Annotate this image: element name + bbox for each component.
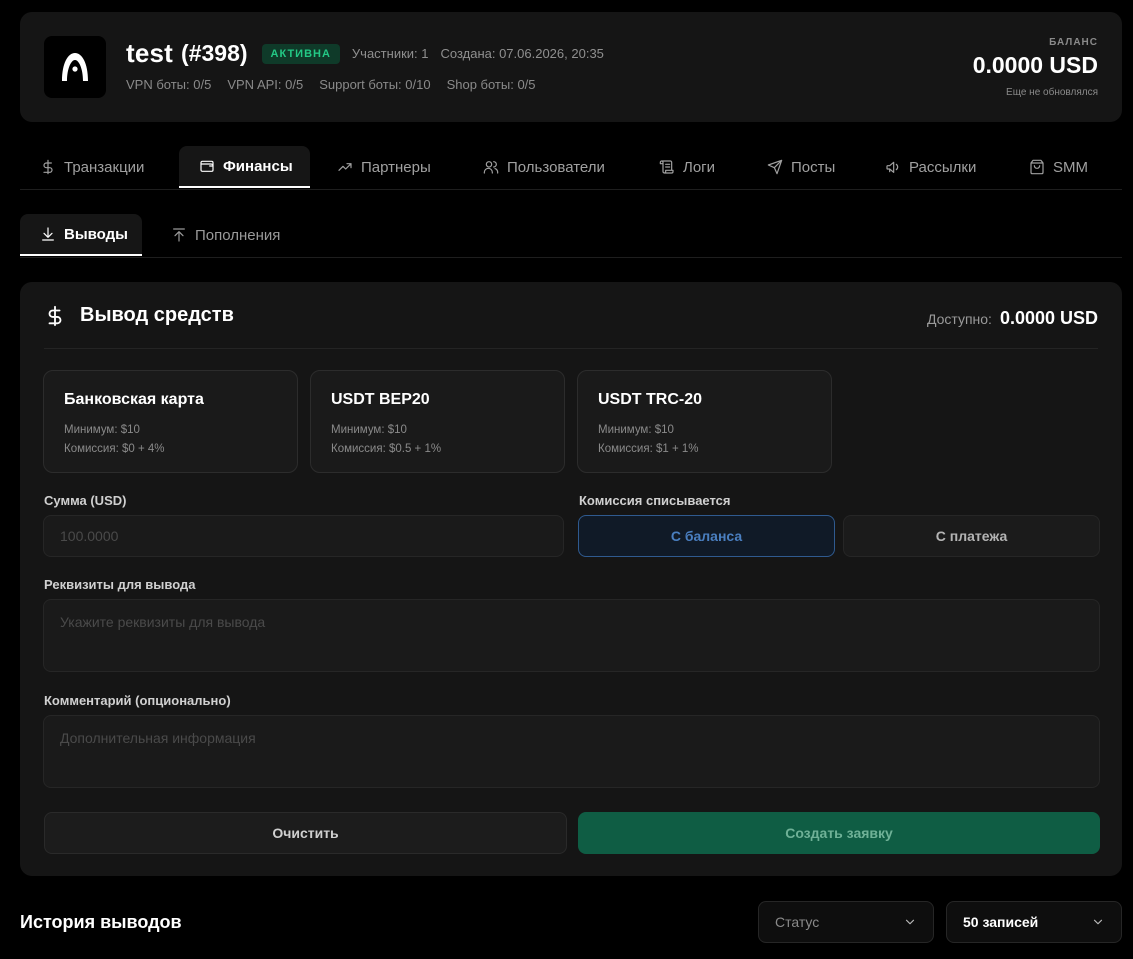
vpn-api-limit: VPN API: 0/5	[227, 77, 304, 92]
tab-label: Рассылки	[909, 158, 977, 176]
project-header-card: test (#398) АКТИВНА Участники: 1 Создана…	[20, 12, 1122, 122]
chevron-down-icon	[905, 919, 915, 925]
clear-button[interactable]: Очистить	[44, 812, 567, 854]
download-icon	[42, 227, 54, 241]
created-date: Создана: 07.06.2026, 20:35	[440, 46, 604, 61]
tab-mailings[interactable]: Рассылки	[885, 146, 976, 188]
users-icon	[483, 161, 499, 174]
divider	[44, 348, 1098, 349]
tab-label: Партнеры	[361, 158, 431, 176]
tab-partners[interactable]: Партнеры	[337, 146, 431, 188]
comment-textarea[interactable]	[43, 715, 1100, 788]
tab-smm[interactable]: SMM	[1029, 146, 1088, 188]
shopping-bag-icon	[1030, 159, 1044, 175]
details-label: Реквизиты для вывода	[44, 577, 196, 592]
details-textarea[interactable]	[43, 599, 1100, 672]
project-logo	[44, 36, 106, 98]
tab-label: Пользователи	[507, 158, 605, 176]
available-value: 0.0000 USD	[999, 308, 1098, 328]
method-minimum: Минимум: $10	[598, 424, 674, 436]
status-filter-select[interactable]: Статус	[758, 901, 934, 943]
tab-label: Транзакции	[64, 158, 145, 176]
subtab-withdrawals[interactable]: Выводы	[20, 214, 142, 256]
tab-logs[interactable]: Логи	[659, 146, 715, 188]
method-minimum: Минимум: $10	[64, 424, 140, 436]
tab-label: Логи	[683, 158, 716, 176]
balance-note: Еще не обновлялся	[1006, 87, 1098, 98]
project-logo-icon	[62, 53, 88, 81]
available-balance: Доступно: 0.0000 USD	[927, 308, 1098, 329]
megaphone-icon	[886, 161, 899, 173]
amount-input[interactable]	[43, 515, 564, 557]
balance-value: 0.0000 USD	[972, 52, 1098, 78]
tab-label: SMM	[1053, 158, 1088, 176]
sub-tabs: Выводы Пополнения	[20, 214, 1122, 258]
withdraw-card: Вывод средств Доступно: 0.0000 USD Банко…	[20, 282, 1122, 876]
subtab-label: Выводы	[64, 225, 128, 243]
main-tabs: Транзакции Финансы Партнеры Пользователи…	[20, 146, 1122, 190]
method-fee: Комиссия: $0.5 + 1%	[331, 443, 442, 455]
method-fee: Комиссия: $0 + 4%	[64, 443, 165, 455]
tab-label: Финансы	[223, 157, 293, 175]
vpn-bots-limit: VPN боты: 0/5	[126, 77, 212, 92]
subtab-deposits[interactable]: Пополнения	[171, 214, 280, 256]
tab-finance[interactable]: Финансы	[179, 146, 310, 188]
withdraw-title: Вывод средств	[44, 304, 234, 327]
balance-label: БАЛАНС	[1049, 37, 1098, 48]
withdraw-title-text: Вывод средств	[80, 304, 234, 326]
subtab-label: Пополнения	[195, 226, 281, 244]
available-label: Доступно:	[926, 311, 992, 327]
method-minimum: Минимум: $10	[331, 424, 407, 436]
project-title: test	[126, 38, 174, 68]
method-name: USDT TRC-20	[598, 391, 703, 408]
method-name: Банковская карта	[64, 391, 204, 408]
fee-from-payment-toggle[interactable]: С платежа	[843, 515, 1100, 557]
create-request-button[interactable]: Создать заявку	[578, 812, 1100, 854]
project-title-row: test (#398) АКТИВНА Участники: 1 Создана…	[126, 38, 604, 69]
tab-posts[interactable]: Посты	[767, 146, 835, 188]
method-name: USDT BEP20	[331, 391, 430, 408]
method-bank-card[interactable]: Банковская карта Минимум: $10 Комиссия: …	[43, 370, 298, 473]
tab-users[interactable]: Пользователи	[483, 146, 605, 188]
trending-up-icon	[338, 163, 352, 171]
wallet-icon	[200, 160, 214, 172]
tab-label: Посты	[791, 158, 836, 176]
records-select-value: 50 записей	[963, 914, 1039, 930]
dollar-icon	[48, 305, 62, 326]
status-select-value: Статус	[775, 914, 820, 930]
amount-label: Сумма (USD)	[44, 493, 127, 508]
method-usdt-trc20[interactable]: USDT TRC-20 Минимум: $10 Комиссия: $1 + …	[577, 370, 832, 473]
project-id: (#398)	[181, 40, 248, 66]
shop-bots-limit: Shop боты: 0/5	[446, 77, 536, 92]
method-usdt-bep20[interactable]: USDT BEP20 Минимум: $10 Комиссия: $0.5 +…	[310, 370, 565, 473]
comment-label: Комментарий (опционально)	[44, 693, 231, 708]
fee-source-label: Комиссия списывается	[579, 493, 731, 508]
support-bots-limit: Support боты: 0/10	[319, 77, 431, 92]
dollar-icon	[43, 159, 53, 175]
status-badge: АКТИВНА	[261, 43, 340, 64]
scroll-icon	[659, 160, 674, 174]
history-title: История выводов	[20, 912, 182, 932]
tab-transactions[interactable]: Транзакции	[40, 146, 144, 188]
records-count-select[interactable]: 50 записей	[946, 901, 1122, 943]
fee-from-balance-toggle[interactable]: С баланса	[578, 515, 835, 557]
bot-limits: VPN боты: 0/5 VPN API: 0/5 Support боты:…	[126, 77, 552, 92]
upload-icon	[173, 228, 185, 242]
send-icon	[767, 159, 783, 175]
chevron-down-icon	[1093, 919, 1103, 925]
members-count: Участники: 1	[351, 46, 429, 61]
method-fee: Комиссия: $1 + 1%	[598, 443, 699, 455]
